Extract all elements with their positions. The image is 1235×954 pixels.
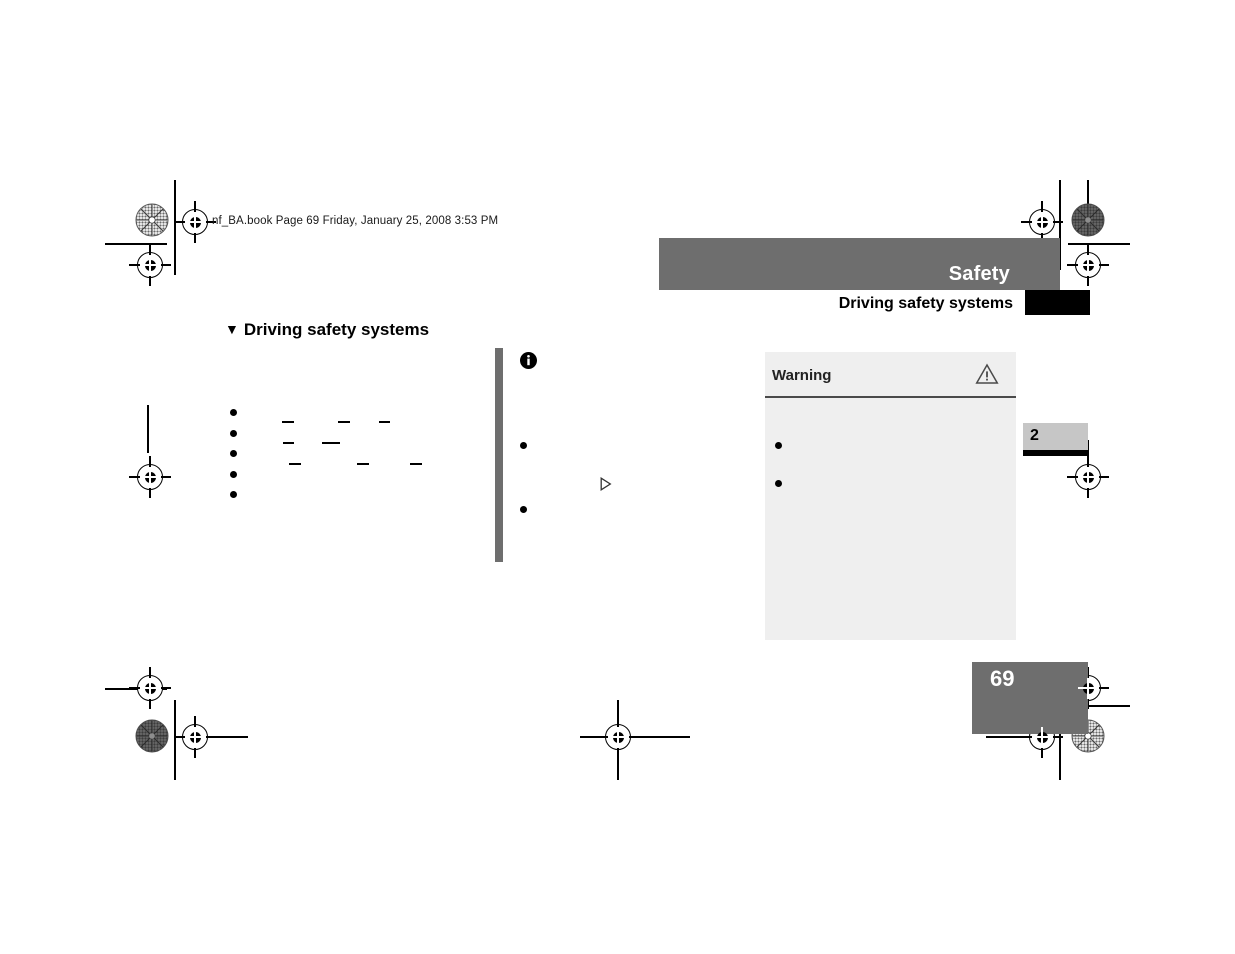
note-list-item (520, 442, 527, 449)
list-item (230, 491, 237, 498)
warning-divider (765, 396, 1016, 398)
residual-dash (338, 421, 350, 423)
halftone-target-top-right (1071, 203, 1105, 237)
trim-rule-right-top (1068, 243, 1130, 245)
trim-rule-left-short (147, 405, 149, 453)
residual-dash (379, 421, 390, 423)
section-heading-label: Driving safety systems (243, 320, 430, 339)
residual-dash (410, 463, 422, 465)
warning-list-item (775, 442, 782, 449)
chapter-tab-underbar (1023, 450, 1088, 456)
continuation-triangle-icon (600, 477, 612, 491)
residual-dash (283, 442, 294, 444)
trim-rule-left-vertical-2 (174, 700, 176, 780)
registration-mark-mid-left (129, 456, 171, 498)
list-item (230, 471, 237, 478)
residual-dash (322, 442, 340, 444)
registration-mark-bottom-center (597, 716, 639, 758)
page-number: 69 (990, 666, 1015, 691)
list-item (230, 409, 237, 416)
registration-mark-slug (174, 201, 216, 243)
page-title: ▼ Driving safety systems (225, 320, 429, 340)
info-icon (520, 352, 537, 369)
document-page: nf_BA.book Page 69 Friday, January 25, 2… (0, 0, 1235, 954)
registration-mark-mid-right (1067, 456, 1109, 498)
registration-mark-bottom-left-2 (174, 716, 216, 758)
registration-mark-top-right-2 (1067, 244, 1109, 286)
section-marker-triangle-icon: ▼ (225, 321, 239, 337)
header-black-marker (1025, 290, 1090, 315)
registration-mark-top-right (1021, 201, 1063, 243)
file-slug-text: nf_BA.book Page 69 Friday, January 25, 2… (212, 215, 499, 227)
residual-dash (282, 421, 294, 423)
residual-dash (357, 463, 369, 465)
trim-rule-top-left (105, 243, 167, 245)
residual-dash (289, 463, 301, 465)
list-item (230, 450, 237, 457)
halftone-target-bottom-left (135, 719, 169, 753)
warning-list-item (775, 480, 782, 487)
header-chapter-title: Safety (948, 263, 1010, 285)
registration-mark-bottom-left (129, 667, 171, 709)
trim-rule-left-vertical (174, 180, 176, 275)
halftone-target-top-left (135, 203, 169, 237)
list-item (230, 430, 237, 437)
registration-mark-top-left (129, 244, 171, 286)
chapter-tab-number: 2 (1030, 427, 1039, 444)
warning-triangle-icon (975, 363, 999, 385)
note-list-item (520, 506, 527, 513)
change-bar (495, 348, 503, 562)
header-section-title: Driving safety systems (838, 295, 1013, 312)
warning-title: Warning (772, 367, 832, 384)
